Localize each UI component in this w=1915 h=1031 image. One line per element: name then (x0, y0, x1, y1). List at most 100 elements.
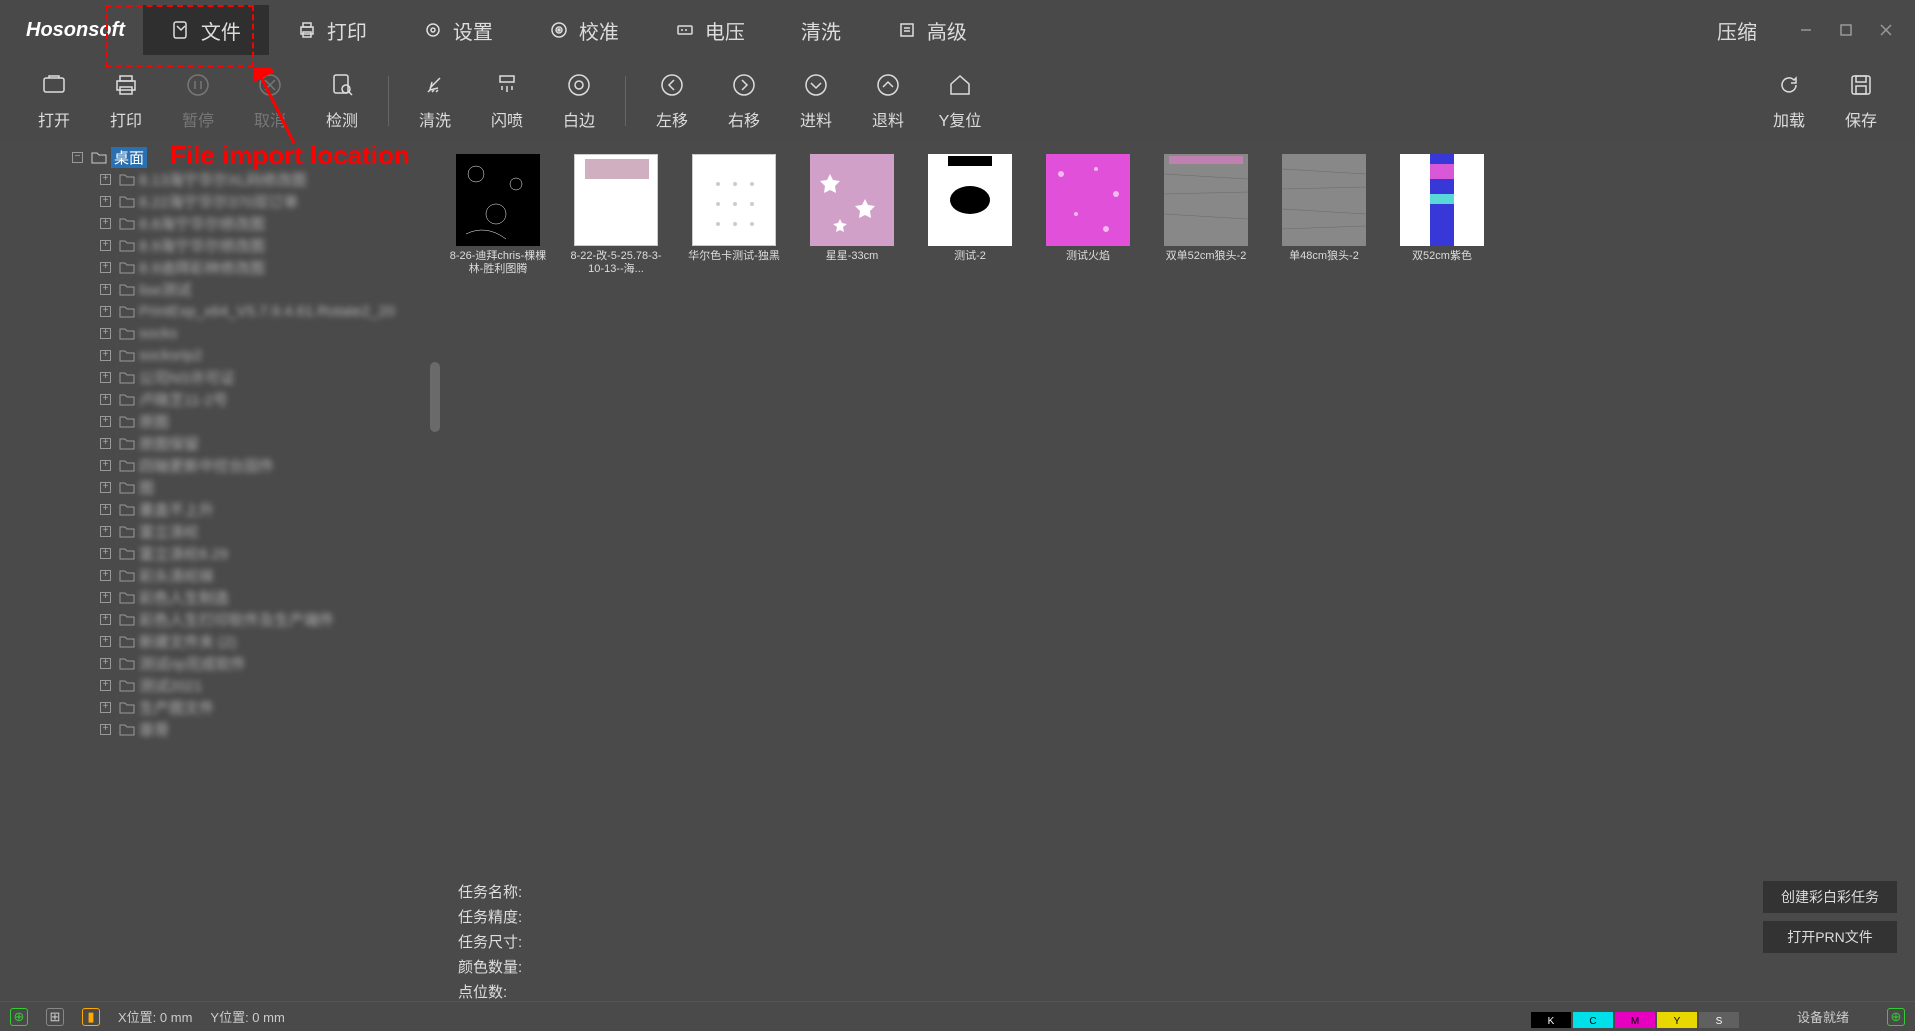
menu-file[interactable]: 文件 (143, 5, 269, 55)
tree-item[interactable]: +8.8海宁华尔修改图 (100, 212, 440, 234)
tree-item[interactable]: +测试rip完成软件 (100, 652, 440, 674)
retreat-button[interactable]: 退料 (852, 71, 924, 131)
expand-icon[interactable]: + (100, 174, 111, 185)
tree-item[interactable]: +socksrip2 (100, 344, 440, 366)
tree-item[interactable]: +8.13海宁华尔XL码修改图 (100, 168, 440, 190)
expand-icon[interactable]: + (100, 196, 111, 207)
tree-item[interactable]: +墨盒不上升 (100, 498, 440, 520)
tree-item[interactable]: +彩色人生打印软件及生产端件 (100, 608, 440, 630)
print-button[interactable]: 打印 (90, 71, 162, 131)
menu-calibrate[interactable]: 校准 (521, 5, 647, 55)
tree-item[interactable]: +lise测试 (100, 278, 440, 300)
menu-clean[interactable]: 清洗 (773, 5, 869, 55)
open-prn-button[interactable]: 打开PRN文件 (1763, 921, 1897, 953)
close-button[interactable] (1875, 19, 1897, 41)
thumbnail[interactable]: 8-22-改-5-25.78-3-10-13--海... (566, 154, 666, 276)
expand-icon[interactable]: + (100, 394, 111, 405)
tree-item[interactable]: +原图 (100, 410, 440, 432)
tree-item[interactable]: + 四轴更新中控台固件 (100, 454, 440, 476)
expand-icon[interactable]: + (100, 636, 111, 647)
tree-item[interactable]: +8.9海宁华尔修改图 (100, 234, 440, 256)
compress-label[interactable]: 压缩 (1717, 16, 1757, 45)
clean-button[interactable]: 清洗 (399, 71, 471, 131)
scrollbar[interactable] (430, 362, 440, 432)
menu-voltage[interactable]: 电压 (647, 5, 773, 55)
expand-icon[interactable]: + (100, 438, 111, 449)
tree-item-label: 测试2021 (139, 675, 202, 696)
menu-advanced[interactable]: 高级 (869, 5, 995, 55)
y-reset-button[interactable]: Y复位 (924, 71, 996, 131)
create-color-task-button[interactable]: 创建彩白彩任务 (1763, 881, 1897, 913)
menu-advanced-label: 高级 (927, 16, 967, 45)
tree-item[interactable]: +公司NS许可证 (100, 366, 440, 388)
thumbnail[interactable]: 双52cm紫色 (1392, 154, 1492, 263)
tree-item-label: 四轴更新中控台固件 (139, 455, 274, 476)
expand-icon[interactable]: + (100, 548, 111, 559)
expand-icon[interactable]: + (100, 328, 111, 339)
expand-icon[interactable]: + (100, 416, 111, 427)
thumbnail[interactable]: 单48cm狼头-2 (1274, 154, 1374, 263)
menu-print[interactable]: 打印 (269, 5, 395, 55)
tree-item[interactable]: +PrintExp_x64_V5.7.9.4.61.Rotate2_20 (100, 300, 440, 322)
thumbnail[interactable]: 华尔色卡测试-独黑 (684, 154, 784, 263)
folder-icon (119, 172, 135, 186)
detect-button[interactable]: 检测 (306, 71, 378, 131)
tree-item[interactable]: +8.22海宁华尔370双订单 (100, 190, 440, 212)
pause-button[interactable]: 暂停 (162, 71, 234, 131)
tree-item[interactable]: + 卢晓芝11-2号 (100, 388, 440, 410)
expand-icon[interactable]: + (100, 240, 111, 251)
y-reset-label: Y复位 (939, 107, 982, 131)
tree-item[interactable]: +socks (100, 322, 440, 344)
menu-settings[interactable]: 设置 (395, 5, 521, 55)
thumbnail-image (574, 154, 658, 246)
thumbnail[interactable]: 测试-2 (920, 154, 1020, 263)
tree-item[interactable]: +章哥 (100, 718, 440, 740)
move-left-button[interactable]: 左移 (636, 71, 708, 131)
tree-item[interactable]: +富立涤纶 (100, 520, 440, 542)
tree-item[interactable]: +原图保留 (100, 432, 440, 454)
tree-item[interactable]: +富立涤纶8.29 (100, 542, 440, 564)
save-button[interactable]: 保存 (1825, 71, 1897, 131)
thumbnail[interactable]: 双单52cm狼头-2 (1156, 154, 1256, 263)
expand-icon[interactable]: + (100, 284, 111, 295)
tree-item[interactable]: +生产图文件 (100, 696, 440, 718)
expand-icon[interactable]: + (100, 614, 111, 625)
open-label: 打开 (38, 107, 70, 131)
open-button[interactable]: 打开 (18, 71, 90, 131)
tree-item[interactable]: +彩头涤纶袜 (100, 564, 440, 586)
expand-icon[interactable]: + (100, 658, 111, 669)
flash-spray-button[interactable]: 闪喷 (471, 71, 543, 131)
expand-icon[interactable]: + (100, 570, 111, 581)
expand-icon[interactable]: + (100, 680, 111, 691)
expand-icon[interactable]: + (100, 460, 111, 471)
expand-icon[interactable]: + (100, 724, 111, 735)
expand-icon[interactable]: + (100, 482, 111, 493)
maximize-button[interactable] (1835, 19, 1857, 41)
tree-item[interactable]: +新建文件夹 (2) (100, 630, 440, 652)
expand-icon[interactable]: + (100, 218, 111, 229)
expand-icon[interactable]: + (100, 504, 111, 515)
load-button[interactable]: 加载 (1753, 71, 1825, 131)
tree-item[interactable]: +8.9迪拜彩林修改图 (100, 256, 440, 278)
expand-icon[interactable]: + (100, 526, 111, 537)
expand-icon[interactable]: + (100, 262, 111, 273)
tree-item-label: 卢晓芝11-2号 (139, 389, 228, 410)
tree-item[interactable]: +彩色人生制造 (100, 586, 440, 608)
white-edge-button[interactable]: 白边 (543, 71, 615, 131)
expand-icon[interactable]: + (100, 702, 111, 713)
expand-icon[interactable]: + (100, 592, 111, 603)
white-edge-icon (565, 71, 593, 99)
thumbnail[interactable]: 测试火焰 (1038, 154, 1138, 263)
feed-button[interactable]: 进料 (780, 71, 852, 131)
expand-icon[interactable]: + (100, 372, 111, 383)
tree-item[interactable]: + 测试2021 (100, 674, 440, 696)
minimize-button[interactable] (1795, 19, 1817, 41)
expand-icon[interactable]: + (100, 350, 111, 361)
collapse-icon[interactable]: − (72, 152, 83, 163)
expand-icon[interactable]: + (100, 306, 111, 317)
thumbnail[interactable]: 8-26-迪拜chris-棵棵林-胜利图腾 (448, 154, 548, 276)
cancel-button[interactable]: 取消 (234, 71, 306, 131)
thumbnail[interactable]: 星星-33cm (802, 154, 902, 263)
move-right-button[interactable]: 右移 (708, 71, 780, 131)
tree-item[interactable]: +图 (100, 476, 440, 498)
